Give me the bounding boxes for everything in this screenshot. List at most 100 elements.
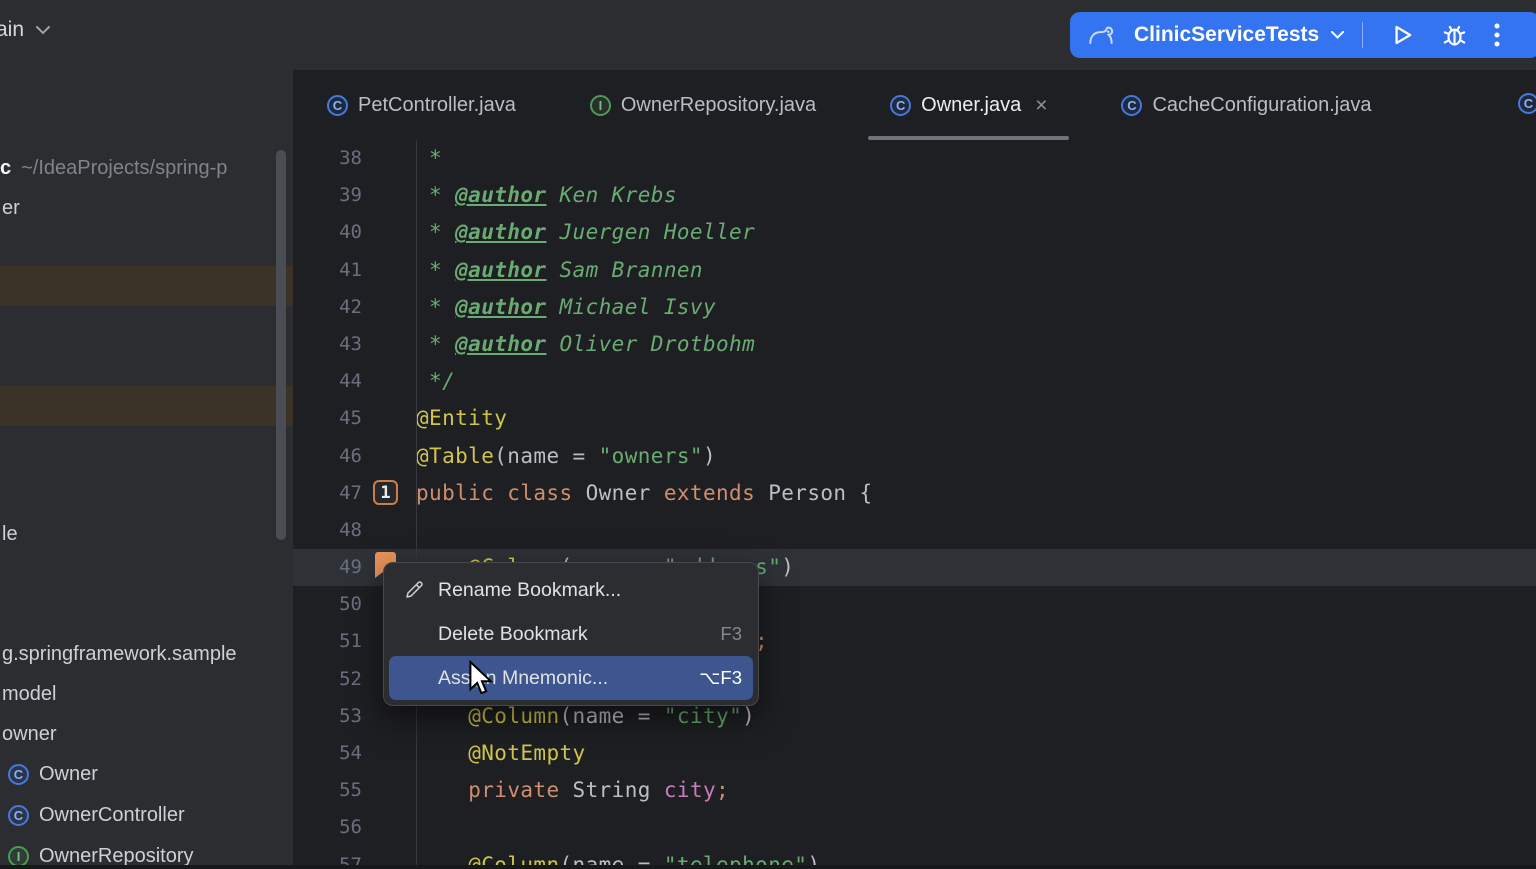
code-token: */ xyxy=(416,369,455,393)
code-token xyxy=(416,741,468,765)
toolbar-divider xyxy=(1362,22,1363,48)
code-token: String xyxy=(573,778,664,802)
more-options-button[interactable] xyxy=(1494,22,1500,48)
code-token: * xyxy=(416,220,455,244)
code-line-42[interactable]: 42 * @author Michael Isvy xyxy=(293,289,1536,326)
tab-cacheconfiguration-java[interactable]: C CacheConfiguration.java xyxy=(1097,70,1395,140)
code-token: @author xyxy=(455,332,546,356)
code-token: ) xyxy=(742,704,755,728)
code-token: ; xyxy=(716,778,729,802)
run-config-selector[interactable]: ClinicServiceTests xyxy=(1088,23,1344,47)
line-number[interactable]: 56 xyxy=(293,809,416,846)
code-text: * @author Juergen Hoeller xyxy=(416,214,755,251)
code-line-55[interactable]: 55 private String city; xyxy=(293,772,1536,809)
code-token: @author xyxy=(455,183,546,207)
code-line-41[interactable]: 41 * @author Sam Brannen xyxy=(293,252,1536,289)
code-text: public class Owner extends Person { xyxy=(416,475,873,512)
line-number[interactable]: 43 xyxy=(293,326,416,363)
tab-owner-java[interactable]: COwner.java× xyxy=(866,70,1071,140)
run-button[interactable] xyxy=(1389,22,1415,48)
run-config-name: ClinicServiceTests xyxy=(1134,23,1319,47)
run-configuration-widget: ClinicServiceTests xyxy=(1070,12,1536,58)
code-token: (name = xyxy=(560,704,664,728)
code-line-45[interactable]: 45@Entity xyxy=(293,400,1536,437)
code-line-47[interactable]: 47public class Owner extends Person { xyxy=(293,475,1536,512)
line-number[interactable]: 48 xyxy=(293,512,416,549)
line-number[interactable]: 55 xyxy=(293,772,416,809)
code-token: ) xyxy=(781,555,794,579)
tree-item-owner[interactable]: owner xyxy=(0,716,293,752)
tree-item-ownercontroller[interactable]: COwnerController xyxy=(0,797,293,833)
code-line-39[interactable]: 39 * @author Ken Krebs xyxy=(293,177,1536,214)
sidebar-scrollbar[interactable] xyxy=(276,150,286,540)
code-token: @author xyxy=(455,220,546,244)
line-number[interactable]: 46 xyxy=(293,438,416,475)
menu-item-label: Delete Bookmark xyxy=(438,623,588,646)
menu-item-shortcut: ⌥F3 xyxy=(679,667,742,689)
menu-item-assign-mnemonic[interactable]: Assign Mnemonic... ⌥F3 xyxy=(389,656,753,700)
tree-item-label: le xyxy=(2,523,18,546)
tree-item-model[interactable]: model xyxy=(0,676,293,712)
code-line-46[interactable]: 46@Table(name = "owners") xyxy=(293,438,1536,475)
line-number[interactable]: 44 xyxy=(293,363,416,400)
code-line-38[interactable]: 38 * xyxy=(293,140,1536,177)
chevron-down-icon xyxy=(1331,31,1344,39)
tree-item-le[interactable]: le xyxy=(0,516,293,552)
tree-item-highlighted[interactable] xyxy=(0,266,293,306)
tree-item-highlighted[interactable] xyxy=(0,386,293,426)
code-token: Ken Krebs xyxy=(546,183,676,207)
tab-petcontroller-java[interactable]: CPetController.java xyxy=(303,70,540,140)
code-line-54[interactable]: 54 @NotEmpty xyxy=(293,735,1536,772)
chevron-down-icon xyxy=(36,26,50,35)
menu-item-label: Assign Mnemonic... xyxy=(438,667,608,690)
line-number[interactable]: 42 xyxy=(293,289,416,326)
code-token: Oliver Drotbohm xyxy=(546,332,755,356)
code-token: @author xyxy=(455,295,546,319)
line-number[interactable]: 38 xyxy=(293,140,416,177)
bookmark-mnemonic-badge[interactable]: 1 xyxy=(373,480,398,505)
tree-item-er[interactable]: er xyxy=(0,190,293,226)
code-token: public class xyxy=(416,481,586,505)
code-token xyxy=(416,704,468,728)
line-number[interactable]: 54 xyxy=(293,735,416,772)
project-root-path: ~/IdeaProjects/spring-p xyxy=(21,157,227,180)
tab-label: OwnerRepository.java xyxy=(621,94,816,117)
debug-button[interactable] xyxy=(1441,22,1468,49)
code-text: * @author Oliver Drotbohm xyxy=(416,326,755,363)
code-text: * xyxy=(416,140,442,177)
tree-item-project-root[interactable]: c ~/IdeaProjects/spring-p xyxy=(0,150,293,186)
tree-item-g-springframework-sample[interactable]: g.springframework.sample xyxy=(0,636,293,672)
line-number[interactable]: 41 xyxy=(293,252,416,289)
menu-item-rename-bookmark[interactable]: Rename Bookmark... xyxy=(384,568,758,612)
line-number[interactable]: 39 xyxy=(293,177,416,214)
project-tool-window: c ~/IdeaProjects/spring-p er le g.springfr… xyxy=(0,70,293,869)
code-token: (name = xyxy=(494,444,598,468)
code-line-40[interactable]: 40 * @author Juergen Hoeller xyxy=(293,214,1536,251)
close-tab-icon[interactable]: × xyxy=(1035,95,1047,116)
code-editor[interactable]: 38 *39 * @author Ken Krebs40 * @author J… xyxy=(293,140,1536,869)
code-text: @NotEmpty xyxy=(416,735,586,772)
tree-item-label: er xyxy=(2,197,20,220)
code-line-44[interactable]: 44 */ xyxy=(293,363,1536,400)
code-token: @author xyxy=(455,258,546,282)
code-line-48[interactable]: 48 xyxy=(293,512,1536,549)
class-icon: C xyxy=(8,805,29,826)
tab-label: CacheConfiguration.java xyxy=(1152,94,1371,117)
tree-item-owner[interactable]: COwner xyxy=(0,756,293,792)
git-branch-widget[interactable]: ain xyxy=(0,18,50,42)
code-token: @Column xyxy=(468,704,559,728)
code-line-56[interactable]: 56 xyxy=(293,809,1536,846)
more-vertical-icon xyxy=(1494,22,1500,48)
line-number[interactable]: 45 xyxy=(293,400,416,437)
code-text: @Table(name = "owners") xyxy=(416,438,716,475)
line-number[interactable]: 40 xyxy=(293,214,416,251)
class-icon: C xyxy=(1121,95,1142,116)
bookmark-context-menu: Rename Bookmark...Delete BookmarkF3Assig… xyxy=(383,562,759,706)
editor-panel: CPetController.java IOwnerRepository.java… xyxy=(293,70,1536,869)
git-branch-label: ain xyxy=(0,18,24,42)
code-token: extends xyxy=(664,481,768,505)
menu-item-delete-bookmark[interactable]: Delete BookmarkF3 xyxy=(384,612,758,656)
tab-ownerrepository-java[interactable]: IOwnerRepository.java xyxy=(566,70,840,140)
code-line-43[interactable]: 43 * @author Oliver Drotbohm xyxy=(293,326,1536,363)
code-token: "city" xyxy=(664,704,742,728)
